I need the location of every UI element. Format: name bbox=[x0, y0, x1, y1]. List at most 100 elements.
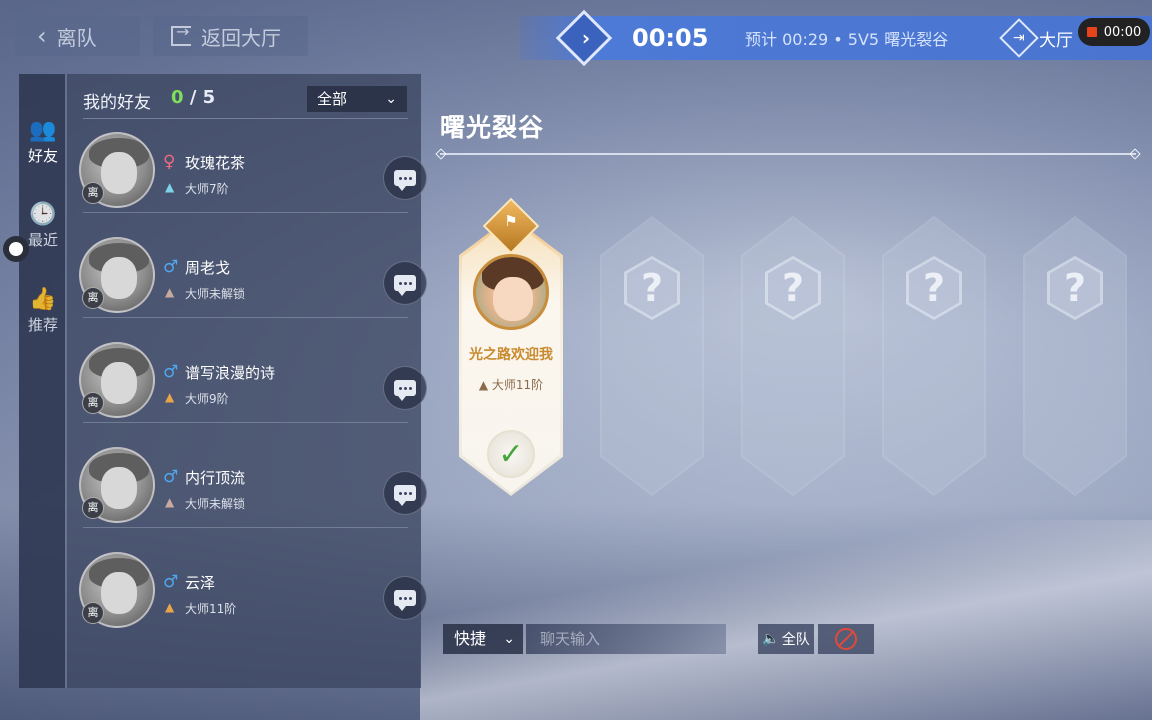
team-voice-label: 全队 bbox=[781, 632, 810, 648]
male-icon: ♂ bbox=[163, 572, 179, 592]
offline-badge: 离 bbox=[82, 497, 104, 519]
divider bbox=[83, 422, 408, 423]
friend-row[interactable]: 离 ♂ 内行顶流 ▲ 大师未解锁 bbox=[79, 439, 427, 544]
total-number: / 5 bbox=[189, 87, 216, 108]
friend-row[interactable]: 离 ♀ 玫瑰花茶 ▲ 大师7阶 bbox=[79, 124, 427, 229]
estimate-info: 预计 00:29 • 5V5 曙光裂谷 bbox=[745, 30, 949, 49]
chat-button[interactable] bbox=[383, 576, 427, 620]
rank-icon: ▲ bbox=[165, 495, 175, 509]
empty-player-slot[interactable]: ? bbox=[882, 216, 986, 496]
chat-button[interactable] bbox=[383, 156, 427, 200]
player-avatar[interactable] bbox=[473, 254, 549, 330]
chat-bubble-icon bbox=[394, 275, 416, 296]
rank-icon: ▲ bbox=[165, 600, 175, 614]
leave-team-label: 离队 bbox=[56, 25, 97, 50]
exit-icon bbox=[171, 22, 191, 46]
male-icon: ♂ bbox=[163, 362, 179, 382]
chat-bubble-icon bbox=[394, 485, 416, 506]
title-divider bbox=[440, 153, 1136, 155]
quick-chat-label: 快捷 bbox=[454, 629, 487, 648]
recording-time: 00:00 bbox=[1103, 24, 1142, 40]
hall-button[interactable]: ⇥ 大厅 bbox=[999, 18, 1073, 58]
thumbs-up-icon: 👍 bbox=[29, 287, 57, 312]
friends-title: 我的好友 bbox=[83, 93, 151, 113]
chat-button[interactable] bbox=[383, 366, 427, 410]
floating-assist-button[interactable] bbox=[3, 236, 29, 262]
male-icon: ♂ bbox=[163, 467, 179, 487]
friend-row[interactable]: 离 ♂ 谱写浪漫的诗 ▲ 大师9阶 bbox=[79, 334, 427, 439]
flag-icon: ⚑ bbox=[504, 212, 518, 230]
friend-name: 谱写浪漫的诗 bbox=[185, 364, 276, 382]
tab-recent-label: 最近 bbox=[27, 231, 58, 249]
rank-icon: ▲ bbox=[165, 285, 175, 299]
empty-player-slot[interactable]: ? bbox=[600, 216, 704, 496]
mode-title: 曙光裂谷 bbox=[440, 113, 545, 142]
chat-bubble-icon bbox=[394, 590, 416, 611]
tab-friends[interactable]: 👥 好友 bbox=[19, 118, 67, 166]
chevron-left-icon: ‹ bbox=[37, 22, 47, 50]
chat-button[interactable] bbox=[383, 261, 427, 305]
tab-recommend-label: 推荐 bbox=[27, 316, 58, 334]
background-sweep bbox=[420, 520, 1152, 720]
friend-filter-select[interactable]: 全部 ⌄ bbox=[307, 86, 407, 112]
chat-bubble-icon bbox=[394, 170, 416, 191]
tab-friends-label: 好友 bbox=[27, 147, 58, 165]
mic-muted-icon bbox=[835, 628, 857, 650]
divider bbox=[83, 118, 408, 119]
ready-check-icon[interactable]: ✓ bbox=[487, 430, 535, 478]
friend-rank: 大师9阶 bbox=[185, 392, 229, 406]
return-lobby-button[interactable]: 返回大厅 bbox=[153, 16, 308, 56]
question-mark-icon: ? bbox=[1063, 266, 1087, 310]
friend-name: 内行顶流 bbox=[185, 469, 246, 487]
matchmaking-timer-bar: › 00:05 预计 00:29 • 5V5 曙光裂谷 ⇥ 大厅 bbox=[520, 9, 1152, 67]
team-voice-button[interactable]: 🔈 全队 bbox=[758, 624, 814, 654]
offline-badge: 离 bbox=[82, 392, 104, 414]
chevron-down-icon: ⌄ bbox=[385, 91, 397, 107]
leave-team-button[interactable]: ‹ 离队 bbox=[15, 16, 140, 56]
online-count: 0 / 5 bbox=[171, 87, 215, 108]
friend-rank: 大师7阶 bbox=[185, 182, 229, 196]
friends-list-header: 我的好友 0 / 5 全部 ⌄ bbox=[83, 86, 408, 116]
divider bbox=[83, 317, 408, 318]
chevron-down-icon: ⌄ bbox=[503, 631, 515, 647]
chat-input[interactable] bbox=[526, 624, 726, 654]
female-icon: ♀ bbox=[163, 152, 176, 172]
divider bbox=[83, 527, 408, 528]
empty-player-slot[interactable]: ? bbox=[1023, 216, 1127, 496]
friend-rank: 大师未解锁 bbox=[185, 497, 246, 511]
question-mark-icon: ? bbox=[781, 266, 805, 310]
record-icon bbox=[1086, 27, 1097, 37]
friends-panel: 👥 好友 🕒 最近 👍 推荐 我的好友 0 / 5 全部 ⌄ 离 ♀ 玫瑰花茶 … bbox=[19, 74, 427, 688]
arrow-right-icon: › bbox=[581, 26, 591, 50]
tab-recommend[interactable]: 👍 推荐 bbox=[19, 287, 67, 335]
quick-chat-select[interactable]: 快捷 ⌄ bbox=[443, 624, 523, 654]
match-timer: 00:05 bbox=[632, 24, 709, 52]
empty-player-slot[interactable]: ? bbox=[741, 216, 845, 496]
divider bbox=[83, 212, 408, 213]
offline-badge: 离 bbox=[82, 287, 104, 309]
speaker-icon: 🔈 bbox=[762, 631, 780, 647]
tab-divider bbox=[65, 74, 67, 688]
player-name: 光之路欢迎我 bbox=[469, 347, 553, 363]
friend-row[interactable]: 离 ♂ 周老戈 ▲ 大师未解锁 bbox=[79, 229, 427, 334]
hall-label: 大厅 bbox=[1039, 30, 1073, 51]
offline-badge: 离 bbox=[82, 602, 104, 624]
exit-icon: ⇥ bbox=[999, 18, 1039, 58]
player-rank: ▲ 大师11阶 bbox=[478, 378, 544, 392]
friend-name: 周老戈 bbox=[185, 259, 231, 277]
mic-toggle-button[interactable] bbox=[818, 624, 874, 654]
online-number: 0 bbox=[171, 87, 184, 108]
friend-row[interactable]: 离 ♂ 云泽 ▲ 大师11阶 bbox=[79, 544, 427, 649]
friend-name: 玫瑰花茶 bbox=[185, 154, 246, 172]
rank-icon: ▲ bbox=[165, 180, 175, 194]
recording-indicator[interactable]: 00:00 bbox=[1078, 18, 1150, 46]
chat-button[interactable] bbox=[383, 471, 427, 515]
question-mark-icon: ? bbox=[640, 266, 664, 310]
friend-rank: 大师未解锁 bbox=[185, 287, 246, 301]
friend-name: 云泽 bbox=[185, 574, 216, 592]
friends-icon: 👥 bbox=[29, 118, 57, 143]
player-slot-leader[interactable]: ⚑ 光之路欢迎我 ▲ 大师11阶 ✓ bbox=[459, 197, 563, 496]
question-mark-icon: ? bbox=[922, 266, 946, 310]
player-rank-label: 大师11阶 bbox=[491, 378, 544, 392]
friend-rank: 大师11阶 bbox=[185, 602, 237, 616]
